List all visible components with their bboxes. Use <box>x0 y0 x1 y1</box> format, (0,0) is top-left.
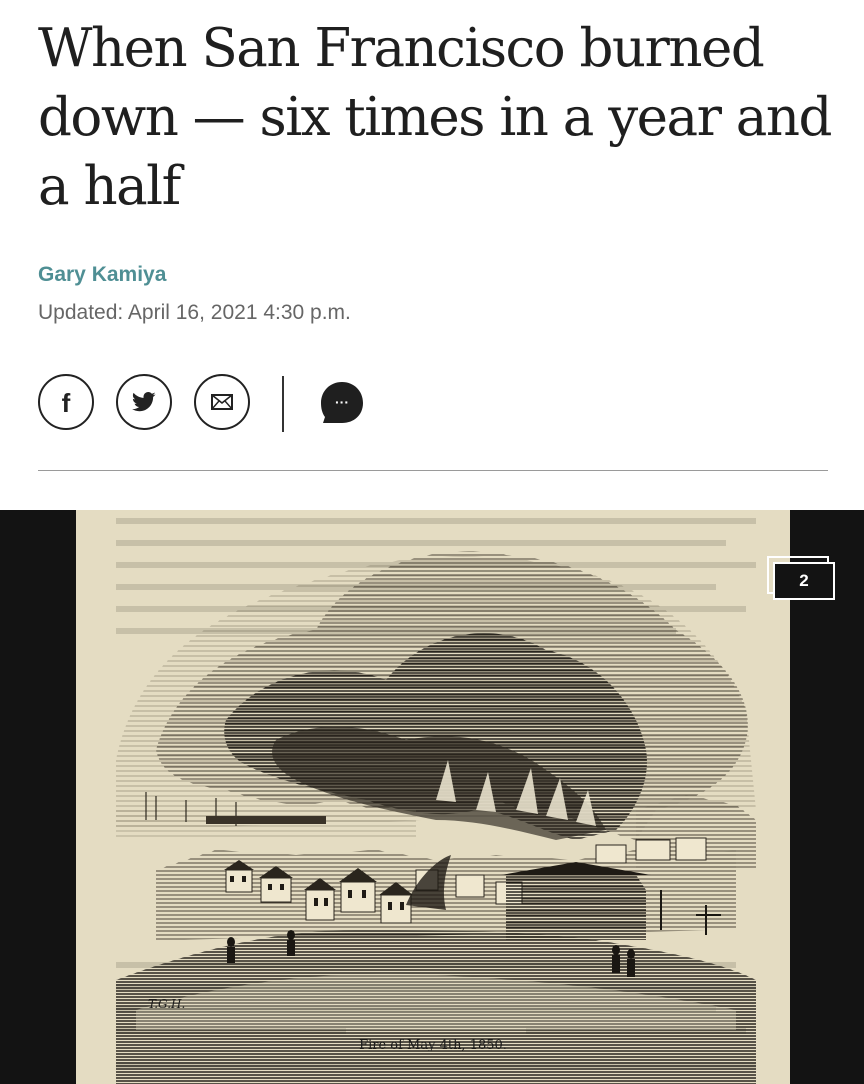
svg-text:···: ··· <box>335 394 349 410</box>
comment-button[interactable]: ··· <box>317 379 367 429</box>
twitter-icon <box>132 392 156 412</box>
photo-gallery[interactable]: T.G.H. Fire of May 4th, 1850. 2 <box>0 510 864 1084</box>
photo-count: 2 <box>799 571 809 590</box>
gallery-count-badge[interactable]: 2 <box>767 556 837 602</box>
email-share-button[interactable] <box>194 374 250 430</box>
author-link[interactable]: Gary Kamiya <box>38 263 166 287</box>
image-caption: Fire of May 4th, 1850. <box>359 1038 507 1053</box>
updated-timestamp: Updated: April 16, 2021 4:30 p.m. <box>38 301 351 324</box>
article-headline: When San Francisco burned down — six tim… <box>38 18 832 217</box>
envelope-icon <box>211 394 233 410</box>
facebook-share-button[interactable]: f <box>38 374 94 430</box>
engraver-signature: T.G.H. <box>148 997 185 1011</box>
share-divider <box>282 376 284 432</box>
fire-engraving-illustration: T.G.H. <box>116 518 756 1084</box>
twitter-share-button[interactable] <box>116 374 172 430</box>
share-bar: f ··· <box>38 374 438 434</box>
town-buildings <box>156 837 736 940</box>
gallery-image[interactable]: T.G.H. Fire of May 4th, 1850. <box>76 510 790 1084</box>
facebook-icon: f <box>61 388 71 418</box>
comment-icon: ··· <box>321 382 363 423</box>
header-divider <box>38 470 828 471</box>
